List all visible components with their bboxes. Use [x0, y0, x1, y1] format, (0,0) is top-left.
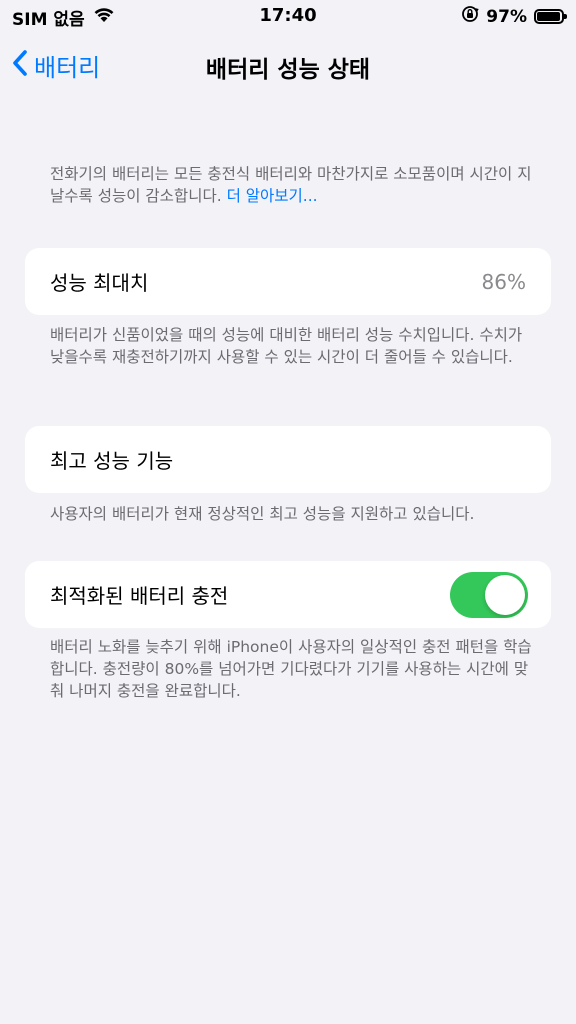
battery-icon [534, 9, 567, 24]
optimized-charging-note: 배터리 노화를 늦추기 위해 iPhone이 사용자의 일상적인 충전 패턴을 … [50, 638, 532, 700]
orientation-lock-icon [461, 5, 480, 28]
learn-more-link[interactable]: 더 알아보기... [227, 187, 318, 205]
battery-percent: 97% [486, 6, 527, 27]
optimized-charging-toggle[interactable] [450, 571, 528, 618]
max-capacity-label: 성능 최대치 [50, 271, 149, 295]
status-bar: SIM 없음 17:40 97% [0, 0, 576, 34]
intro-note: 전화기의 배터리는 모든 충전식 배터리와 마찬가지로 소모품이며 시간이 지날… [50, 163, 540, 207]
nav-bar: 배터리 배터리 성능 상태 [0, 34, 576, 96]
battery-fill [537, 12, 561, 21]
page-title: 배터리 성능 상태 [205, 57, 371, 83]
status-right: 97% [461, 5, 567, 28]
max-capacity-value: 86% [481, 269, 526, 294]
toggle-knob [485, 574, 525, 615]
peak-performance-note: 사용자의 배터리가 현재 정상적인 최고 성능을 지원하고 있습니다. [50, 505, 475, 523]
max-capacity-row: 성능 최대치 86% [25, 248, 551, 315]
optimized-charging-row: 최적화된 배터리 충전 [25, 561, 551, 628]
max-capacity-note: 배터리가 신품이었을 때의 성능에 대비한 배터리 성능 수치입니다. 수치가 … [50, 326, 523, 366]
peak-performance-row: 최고 성능 기능 [25, 426, 551, 493]
peak-performance-label: 최고 성능 기능 [50, 449, 174, 473]
optimized-charging-label: 최적화된 배터리 충전 [50, 584, 229, 608]
